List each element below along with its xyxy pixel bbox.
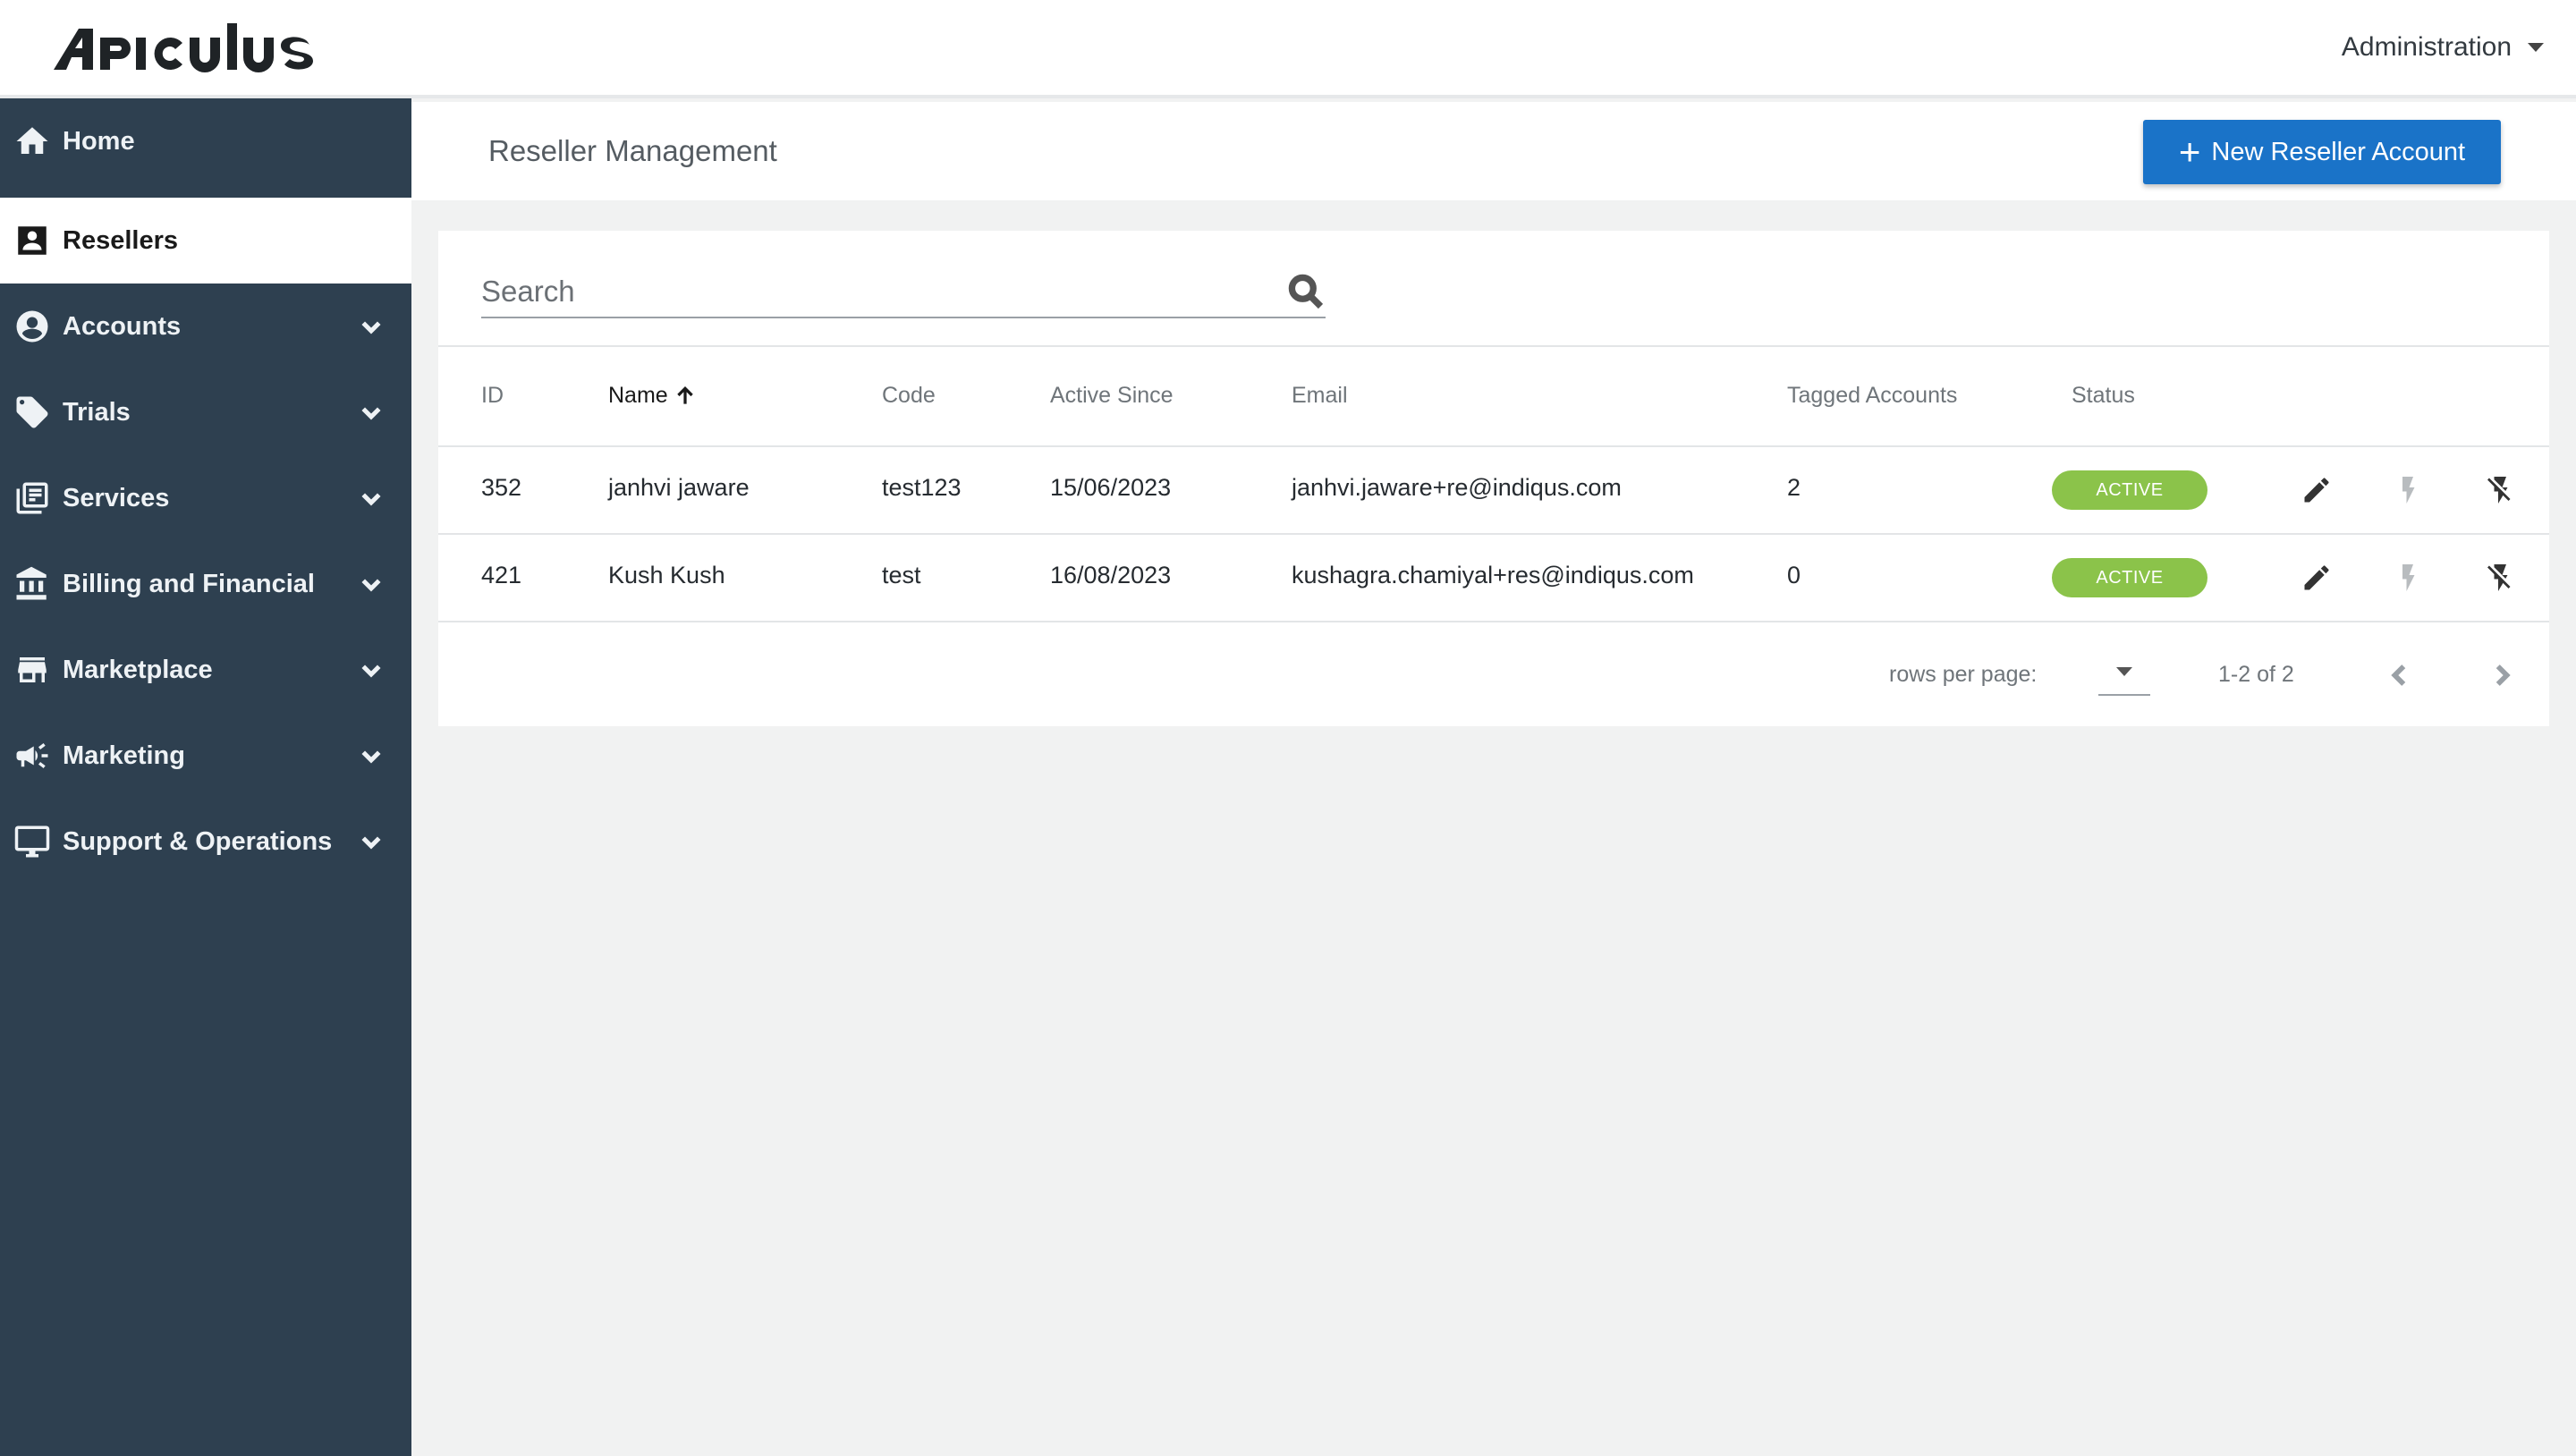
contact-card-icon	[13, 221, 52, 260]
store-icon	[13, 650, 52, 690]
table-row[interactable]: 421 Kush Kush test 16/08/2023 kushagra.c…	[438, 535, 2549, 621]
column-header-status[interactable]: Status	[2072, 383, 2135, 409]
resellers-card: ID Name Code Active Since Email Tagged A…	[438, 231, 2549, 726]
divider	[438, 621, 2549, 622]
sidebar-item-label: Services	[63, 483, 170, 512]
next-page-button[interactable]	[2487, 660, 2517, 690]
chevron-down-icon	[358, 313, 385, 340]
search-input[interactable]	[481, 268, 1268, 315]
chevron-down-icon	[358, 742, 385, 769]
page-title: Reseller Management	[488, 134, 777, 167]
rows-per-page-label: rows per page:	[1889, 662, 2038, 687]
flash-icon[interactable]	[2392, 562, 2424, 594]
sidebar-item-label: Resellers	[63, 225, 178, 255]
plus-icon: +	[2178, 131, 2201, 173]
cell-code: test	[882, 562, 921, 588]
cell-active-since: 15/06/2023	[1050, 474, 1172, 501]
sidebar-item-label: Accounts	[63, 311, 182, 341]
column-header-email[interactable]: Email	[1292, 383, 1348, 409]
chevron-left-icon	[2391, 665, 2406, 686]
cell-tagged-accounts: 0	[1787, 562, 1801, 588]
page-range: 1-2 of 2	[2218, 662, 2294, 687]
logo-wordmark	[54, 23, 313, 72]
sidebar-item-label: Support & Operations	[63, 826, 333, 856]
home-icon	[13, 122, 52, 161]
search-icon[interactable]	[1286, 272, 1326, 311]
chevron-down-icon	[358, 485, 385, 512]
cell-email: janhvi.jaware+re@indiqus.com	[1292, 474, 1622, 501]
sidebar-item-support[interactable]: Support & Operations	[0, 799, 411, 885]
account-circle-icon	[13, 307, 52, 346]
column-header-name[interactable]: Name	[608, 383, 697, 409]
status-badge: ACTIVE	[2052, 558, 2207, 597]
sidebar-item-label: Marketplace	[63, 655, 213, 684]
divider	[438, 345, 2549, 347]
page-header: Reseller Management + New Reseller Accou…	[411, 102, 2576, 200]
sidebar-item-trials[interactable]: Trials	[0, 369, 411, 455]
sidebar-item-marketing[interactable]: Marketing	[0, 713, 411, 799]
cell-id: 352	[481, 474, 522, 501]
cell-name: Kush Kush	[608, 562, 725, 588]
cell-code: test123	[882, 474, 962, 501]
cell-name: janhvi jaware	[608, 474, 750, 501]
sort-ascending-icon	[676, 385, 693, 404]
chevron-down-icon	[358, 656, 385, 683]
new-reseller-account-button[interactable]: + New Reseller Account	[2143, 120, 2501, 184]
administration-label: Administration	[2341, 32, 2512, 62]
edit-icon[interactable]	[2301, 474, 2333, 506]
status-badge: ACTIVE	[2052, 470, 2207, 510]
cell-tagged-accounts: 2	[1787, 474, 1801, 501]
column-header-id[interactable]: ID	[481, 383, 504, 409]
caret-down-icon	[2116, 667, 2132, 676]
sidebar-item-billing[interactable]: Billing and Financial	[0, 541, 411, 627]
sidebar-item-accounts[interactable]: Accounts	[0, 284, 411, 369]
chevron-down-icon	[358, 828, 385, 855]
chevron-right-icon	[2496, 665, 2511, 686]
administration-menu[interactable]: Administration	[2342, 32, 2544, 63]
sidebar-item-label: Billing and Financial	[63, 569, 315, 598]
rows-per-page-select[interactable]	[2098, 649, 2150, 696]
tag-icon	[13, 393, 52, 432]
edit-icon[interactable]	[2301, 562, 2333, 594]
sidebar-item-resellers[interactable]: Resellers	[0, 198, 411, 284]
cell-active-since: 16/08/2023	[1050, 562, 1172, 588]
column-header-code[interactable]: Code	[882, 383, 936, 409]
table-row[interactable]: 352 janhvi jaware test123 15/06/2023 jan…	[438, 447, 2549, 533]
flash-off-icon[interactable]	[2485, 562, 2517, 594]
chevron-down-icon	[358, 571, 385, 597]
column-header-name-label: Name	[608, 383, 668, 408]
chevron-down-icon	[358, 399, 385, 426]
apiculus-logo[interactable]	[52, 18, 329, 80]
sidebar-item-marketplace[interactable]: Marketplace	[0, 627, 411, 713]
monitor-icon	[13, 822, 52, 861]
sidebar-item-services[interactable]: Services	[0, 455, 411, 541]
sidebar-item-home[interactable]: Home	[0, 98, 411, 184]
megaphone-icon	[13, 736, 52, 775]
bank-icon	[13, 564, 52, 604]
new-reseller-account-label: New Reseller Account	[2211, 137, 2466, 166]
sidebar-item-label: Trials	[63, 397, 131, 427]
flash-off-icon[interactable]	[2485, 474, 2517, 506]
previous-page-button[interactable]	[2385, 660, 2415, 690]
search-field	[481, 268, 1326, 318]
column-header-tagged-accounts[interactable]: Tagged Accounts	[1787, 383, 1957, 409]
cell-email: kushagra.chamiyal+res@indiqus.com	[1292, 562, 1694, 588]
sidebar-item-label: Marketing	[63, 741, 185, 770]
cell-id: 421	[481, 562, 522, 588]
library-icon	[13, 478, 52, 518]
flash-icon[interactable]	[2392, 474, 2424, 506]
sidebar-item-label: Home	[63, 126, 135, 156]
sidebar: Home Resellers Accounts Trials Services …	[0, 98, 411, 1456]
column-header-active-since[interactable]: Active Since	[1050, 383, 1174, 409]
caret-down-icon	[2528, 43, 2544, 52]
top-bar: Administration	[0, 0, 2576, 98]
